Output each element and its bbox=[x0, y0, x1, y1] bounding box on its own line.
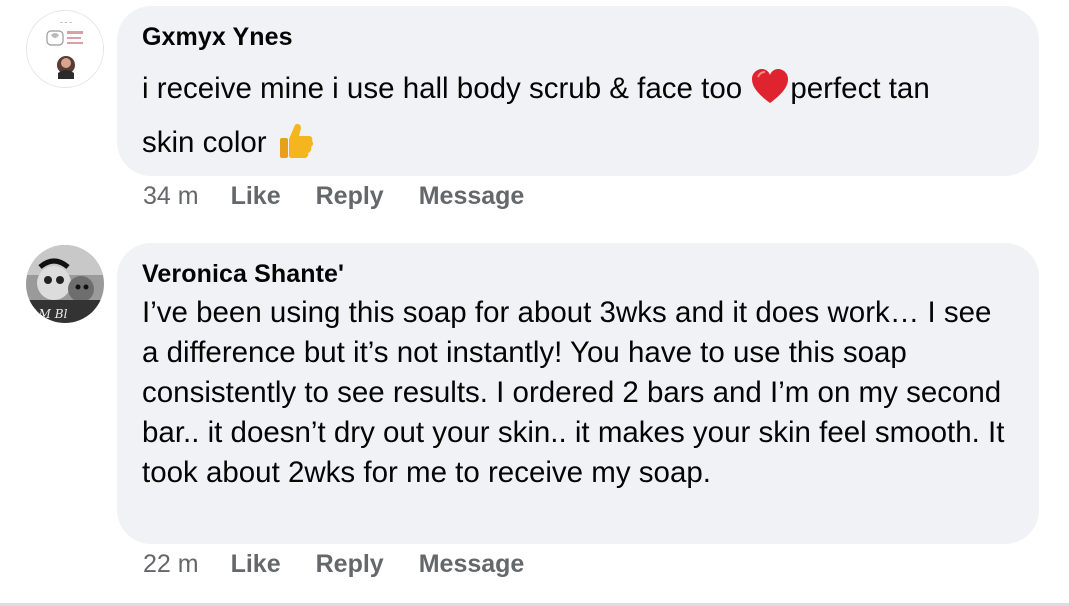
avatar-logo-icon: ~ ~ ~ bbox=[27, 11, 103, 87]
heart-icon bbox=[750, 67, 790, 107]
comment-bubble: Gxmyx Ynes i receive mine i use hall bod… bbox=[117, 6, 1039, 176]
like-button[interactable]: Like bbox=[231, 182, 281, 211]
comment-timestamp[interactable]: 34 m bbox=[143, 182, 199, 211]
comment-author[interactable]: Veronica Shante' bbox=[142, 257, 1013, 291]
comment-text-part: skin color bbox=[142, 126, 275, 159]
svg-text:~ ~ ~: ~ ~ ~ bbox=[60, 20, 73, 25]
message-button[interactable]: Message bbox=[419, 550, 525, 579]
thumbs-up-icon bbox=[275, 121, 315, 161]
avatar[interactable]: AM Bl bbox=[26, 245, 104, 323]
comment-text: I’ve been using this soap for about 3wks… bbox=[142, 296, 1005, 489]
comment-actions: 22 m Like Reply Message bbox=[143, 547, 559, 581]
reply-button[interactable]: Reply bbox=[316, 182, 384, 211]
avatar[interactable]: ~ ~ ~ bbox=[26, 10, 104, 88]
like-button[interactable]: Like bbox=[231, 550, 281, 579]
comment-author[interactable]: Gxmyx Ynes bbox=[142, 20, 1013, 54]
comment-text-part: perfect tan bbox=[790, 72, 930, 105]
svg-text:AM Bl: AM Bl bbox=[29, 307, 68, 321]
comment-timestamp[interactable]: 22 m bbox=[143, 550, 199, 579]
comment-actions: 34 m Like Reply Message bbox=[143, 179, 559, 213]
comment-bubble: Veronica Shante' I’ve been using this so… bbox=[117, 243, 1039, 544]
avatar-photo-icon: AM Bl bbox=[26, 245, 104, 323]
message-button[interactable]: Message bbox=[419, 182, 525, 211]
comment-text: i receive mine i use hall body scrub & f… bbox=[142, 62, 1013, 170]
reply-button[interactable]: Reply bbox=[316, 550, 384, 579]
comment-text-part: i receive mine i use hall body scrub & f… bbox=[142, 72, 751, 105]
comments-thread: ~ ~ ~ Gxmyx Ynes i receive mine i use ha… bbox=[0, 0, 1069, 606]
